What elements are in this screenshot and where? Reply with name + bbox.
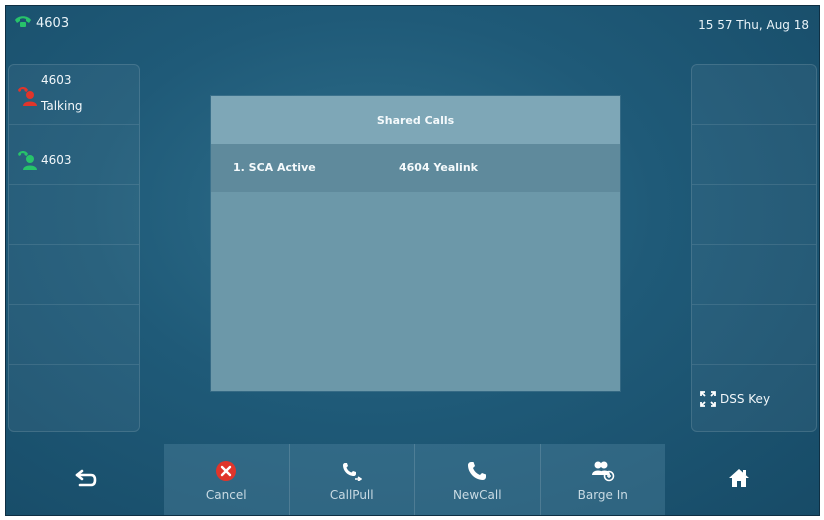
date-time: 15 57 Thu, Aug 18 xyxy=(698,18,809,32)
phone-user-green-icon xyxy=(17,149,39,175)
dss-slot[interactable] xyxy=(692,65,816,125)
shared-call-status: 1. SCA Active xyxy=(233,161,316,174)
line-key-3[interactable] xyxy=(9,185,139,245)
cancel-button[interactable]: Cancel xyxy=(164,444,290,515)
cancel-x-icon xyxy=(215,458,237,484)
phone-green-icon xyxy=(14,14,32,32)
softkey-label: NewCall xyxy=(452,487,502,502)
shared-call-party: 4604 Yealink xyxy=(399,161,478,174)
back-button[interactable] xyxy=(26,444,146,515)
softkeys: Cancel CallPull NewCall Barge In xyxy=(164,444,665,515)
status-bar: 4603 15 57 Thu, Aug 18 xyxy=(6,6,819,44)
left-line-keys: 4603 Talking 4603 xyxy=(8,64,140,432)
line-key-4[interactable] xyxy=(9,245,139,305)
dss-slot[interactable] xyxy=(692,125,816,185)
callpull-button[interactable]: CallPull xyxy=(289,444,415,515)
shared-calls-dialog: Shared Calls 1. SCA Active 4604 Yealink xyxy=(211,96,620,391)
newcall-button[interactable]: NewCall xyxy=(415,444,541,515)
line-key-1[interactable]: 4603 Talking xyxy=(9,65,139,125)
dss-key-button[interactable]: DSS Key xyxy=(692,365,816,425)
line-key-number: 4603 xyxy=(41,153,72,167)
line-number: 4603 xyxy=(36,15,70,31)
dss-slot[interactable] xyxy=(692,305,816,365)
dss-slot[interactable] xyxy=(692,245,816,305)
dss-slot[interactable] xyxy=(692,185,816,245)
softkey-label: Cancel xyxy=(205,487,247,502)
line-key-number: 4603 xyxy=(41,73,72,87)
line-key-5[interactable] xyxy=(9,305,139,365)
expand-arrows-icon xyxy=(700,391,716,411)
dialog-title: Shared Calls xyxy=(211,96,620,144)
barge-in-icon xyxy=(591,458,615,484)
home-button[interactable] xyxy=(679,444,799,515)
line-key-2[interactable]: 4603 xyxy=(9,125,139,185)
line-key-6[interactable] xyxy=(9,365,139,425)
shared-call-row[interactable]: 1. SCA Active 4604 Yealink xyxy=(211,144,620,192)
line-key-status: Talking xyxy=(41,99,83,113)
dss-key-label: DSS Key xyxy=(720,392,771,406)
back-arrow-icon xyxy=(75,469,97,491)
softkey-label: CallPull xyxy=(329,487,374,502)
right-dss-keys: DSS Key xyxy=(691,64,817,432)
softkey-label: Barge In xyxy=(577,487,628,502)
barge-in-button[interactable]: Barge In xyxy=(540,444,665,515)
phone-screen: 4603 15 57 Thu, Aug 18 4603 Talking 4603… xyxy=(5,5,820,516)
line-indicator[interactable]: 4603 xyxy=(14,14,69,32)
home-icon xyxy=(728,468,750,492)
phone-user-red-icon xyxy=(17,85,39,111)
callpull-icon xyxy=(342,458,362,484)
softkey-bar: Cancel CallPull NewCall Barge In xyxy=(6,444,819,515)
phone-handset-icon xyxy=(467,458,487,484)
